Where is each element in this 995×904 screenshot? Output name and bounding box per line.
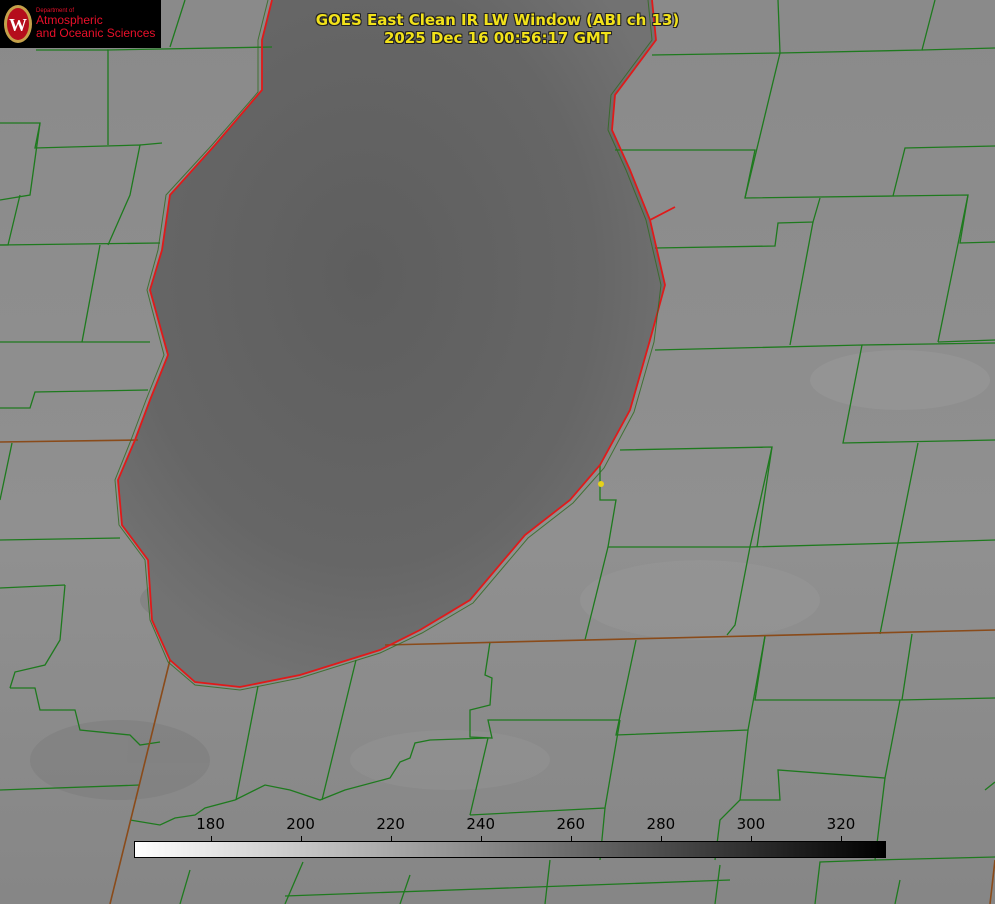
colorbar-tick-label: 240 [466,815,496,833]
colorbar-tick-label: 280 [646,815,676,833]
colorbar-tick-mark [840,836,842,842]
colorbar-tick-label: 220 [376,815,405,833]
colorbar-tick-label: 180 [196,815,225,833]
station-marker [598,481,604,487]
colorbar-tick-label: 200 [286,815,315,833]
colorbar-tick-mark [480,836,482,842]
colorbar [134,841,886,858]
colorbar-tick-mark [570,836,572,842]
colorbar-tick-mark [750,836,752,842]
colorbar-tick-mark [300,836,302,842]
colorbar-tick-label: 260 [556,815,586,833]
colorbar-tick-mark [210,836,212,842]
colorbar-tick-mark [660,836,662,842]
title-timestamp: 2025 Dec 16 00:56:17 GMT [383,29,612,47]
title-line1: GOES East Clean IR LW Window (ABI ch 13) [315,11,680,29]
colorbar-tick-mark [390,836,392,842]
image-title: GOES East Clean IR LW Window (ABI ch 13)… [0,11,995,47]
satellite-map[interactable] [0,0,995,904]
colorbar-tick-label: 300 [736,815,766,833]
colorbar-tick-label: 320 [826,815,856,833]
